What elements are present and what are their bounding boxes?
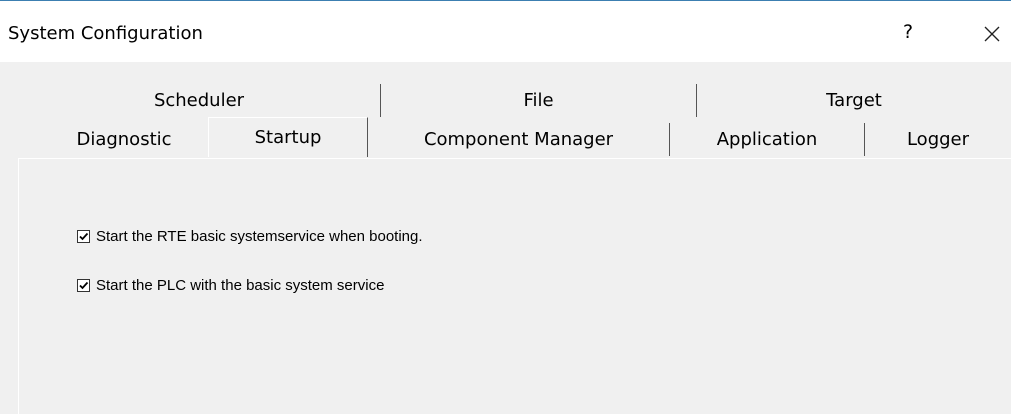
checkmark-icon: [79, 281, 89, 290]
tab-startup[interactable]: Startup: [208, 117, 368, 157]
tab-application[interactable]: Application: [670, 123, 865, 156]
rte-service-label: Start the RTE basic systemservice when b…: [96, 228, 423, 245]
tab-scheduler[interactable]: Scheduler: [18, 84, 381, 117]
rte-service-checkbox[interactable]: [77, 230, 90, 243]
plc-service-checkbox[interactable]: [77, 279, 90, 292]
tab-label: Component Manager: [423, 129, 614, 150]
tab-label: Application: [716, 129, 818, 150]
tab-target[interactable]: Target: [697, 84, 1011, 117]
tab-label: Startup: [254, 127, 322, 148]
close-button[interactable]: [977, 15, 1007, 51]
tab-label: Target: [826, 90, 882, 111]
tab-diagnostic[interactable]: Diagnostic: [40, 123, 208, 156]
tab-label: Logger: [906, 129, 970, 150]
tab-file[interactable]: File: [381, 84, 697, 117]
startup-panel: Start the RTE basic systemservice when b…: [18, 158, 1011, 414]
plc-service-option[interactable]: Start the PLC with the basic system serv…: [77, 277, 384, 294]
tab-logger[interactable]: Logger: [865, 123, 1011, 156]
tab-label: Scheduler: [153, 90, 245, 111]
tab-label: File: [523, 90, 554, 111]
title-bar: System Configuration ?: [0, 0, 1011, 62]
tab-label: Diagnostic: [76, 129, 172, 150]
plc-service-label: Start the PLC with the basic system serv…: [96, 277, 385, 294]
rte-service-option[interactable]: Start the RTE basic systemservice when b…: [77, 228, 423, 245]
close-icon: [984, 26, 1000, 42]
window-title: System Configuration: [8, 23, 203, 44]
tab-component-manager[interactable]: Component Manager: [368, 123, 670, 156]
help-button[interactable]: ?: [896, 21, 920, 49]
dialog-content: Scheduler File Target Diagnostic Startup…: [0, 62, 1011, 414]
checkmark-icon: [79, 232, 89, 241]
